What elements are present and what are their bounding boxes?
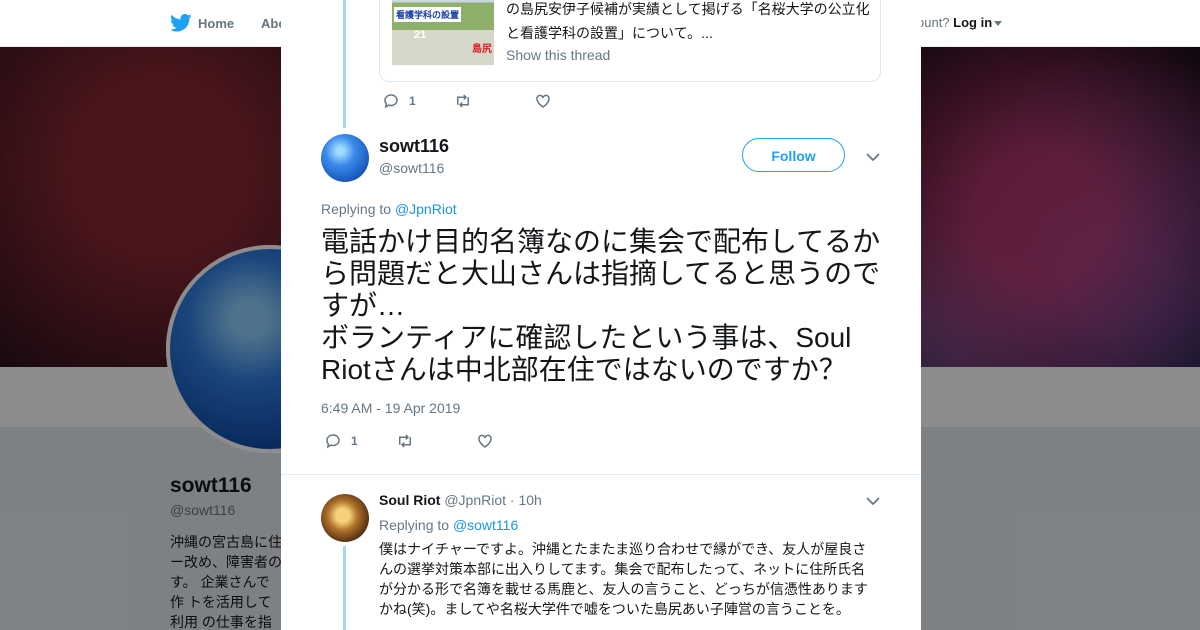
thread-line <box>343 0 346 128</box>
quoted-tweet-text: の島尻安伊子候補が実績として掲げる「名桜大学の公立化と看護学科の設置」について。… <box>506 1 870 41</box>
profile-bio: 沖縄の宮古島に住 ー改め、障害者の す。 企業さんで作 トを活用して利用 の仕事… <box>170 534 282 630</box>
tweet-timestamp[interactable]: 6:49 AM - 19 Apr 2019 <box>321 400 460 416</box>
thumbnail-title: 看護学科の設置 <box>394 7 462 22</box>
thumbnail-number: 21 <box>414 29 427 41</box>
follow-button[interactable]: Follow <box>742 138 845 172</box>
previous-tweet-actions: 1 <box>382 92 552 110</box>
replying-to-link[interactable]: @JpnRiot <box>395 201 457 217</box>
twitter-bird-icon <box>170 13 192 32</box>
thread-line <box>343 546 346 630</box>
nav-home-link[interactable]: Home <box>170 13 234 33</box>
author-avatar[interactable] <box>321 134 369 182</box>
tweet-modal: 看護学科の設置 21 島尻 の島尻安伊子候補が実績として掲げる「名桜大学の公立化… <box>281 0 921 630</box>
chevron-down-icon[interactable] <box>866 150 880 164</box>
tweet-text-line: 電話かけ目的名簿なのに集会で配布してるから問題だと大山さんは指摘してると思うので… <box>321 226 881 385</box>
reply-replying-to: Replying to @sowt116 <box>379 517 518 533</box>
reply-author-avatar[interactable] <box>321 494 369 542</box>
quoted-tweet-thumbnail: 看護学科の設置 21 島尻 <box>392 0 494 65</box>
reply-button[interactable]: 1 <box>382 92 416 110</box>
author-handle[interactable]: @sowt116 <box>379 160 444 176</box>
tweet-actions: 1 <box>324 432 494 450</box>
reply-button[interactable]: 1 <box>324 432 358 450</box>
reply-count: 1 <box>409 94 416 108</box>
divider <box>281 474 921 475</box>
reply-text: 僕はナイチャーですよ。沖縄とたまたま巡り合わせで縁ができ、友人が屋良さんの選挙対… <box>379 541 868 617</box>
login-link[interactable]: Log in <box>953 15 992 30</box>
chevron-down-icon[interactable] <box>866 494 880 508</box>
profile-handle: @sowt116 <box>170 502 236 518</box>
tweet-text: 電話かけ目的名簿なのに集会で配布してるから問題だと大山さんは指摘してると思うので… <box>321 226 883 386</box>
reply-count: 1 <box>351 434 358 448</box>
replying-prefix: Replying to <box>379 517 450 533</box>
retweet-button[interactable] <box>396 432 414 450</box>
author-name[interactable]: sowt116 <box>379 136 449 157</box>
caret-down-icon <box>994 21 1003 27</box>
like-button[interactable] <box>534 92 552 110</box>
retweet-icon <box>398 434 411 448</box>
thumbnail-tag: 島尻 <box>472 44 492 55</box>
retweet-button[interactable] <box>454 92 472 110</box>
reply-time[interactable]: · 10h <box>510 492 542 508</box>
retweet-icon <box>456 94 469 108</box>
profile-name: sowt116 <box>170 474 252 497</box>
replying-to-link[interactable]: @sowt116 <box>453 517 518 533</box>
reply-icon <box>326 434 340 449</box>
replying-prefix: Replying to <box>321 201 392 217</box>
close-icon[interactable] <box>1154 12 1180 38</box>
nav-home-label: Home <box>198 15 235 31</box>
like-button[interactable] <box>476 432 494 450</box>
like-icon <box>477 434 492 448</box>
replying-to: Replying to @JpnRiot <box>321 201 457 217</box>
reply-author-name[interactable]: Soul Riot <box>379 492 440 508</box>
reply-author-handle[interactable]: @JpnRiot <box>444 492 506 508</box>
quoted-tweet-card[interactable]: 看護学科の設置 21 島尻 の島尻安伊子候補が実績として掲げる「名桜大学の公立化… <box>379 0 881 82</box>
like-icon <box>535 94 550 108</box>
reply-icon <box>384 94 398 109</box>
reply-header: Soul Riot @JpnRiot · 10h <box>379 492 542 508</box>
show-thread-link[interactable]: Show this thread <box>506 47 610 63</box>
